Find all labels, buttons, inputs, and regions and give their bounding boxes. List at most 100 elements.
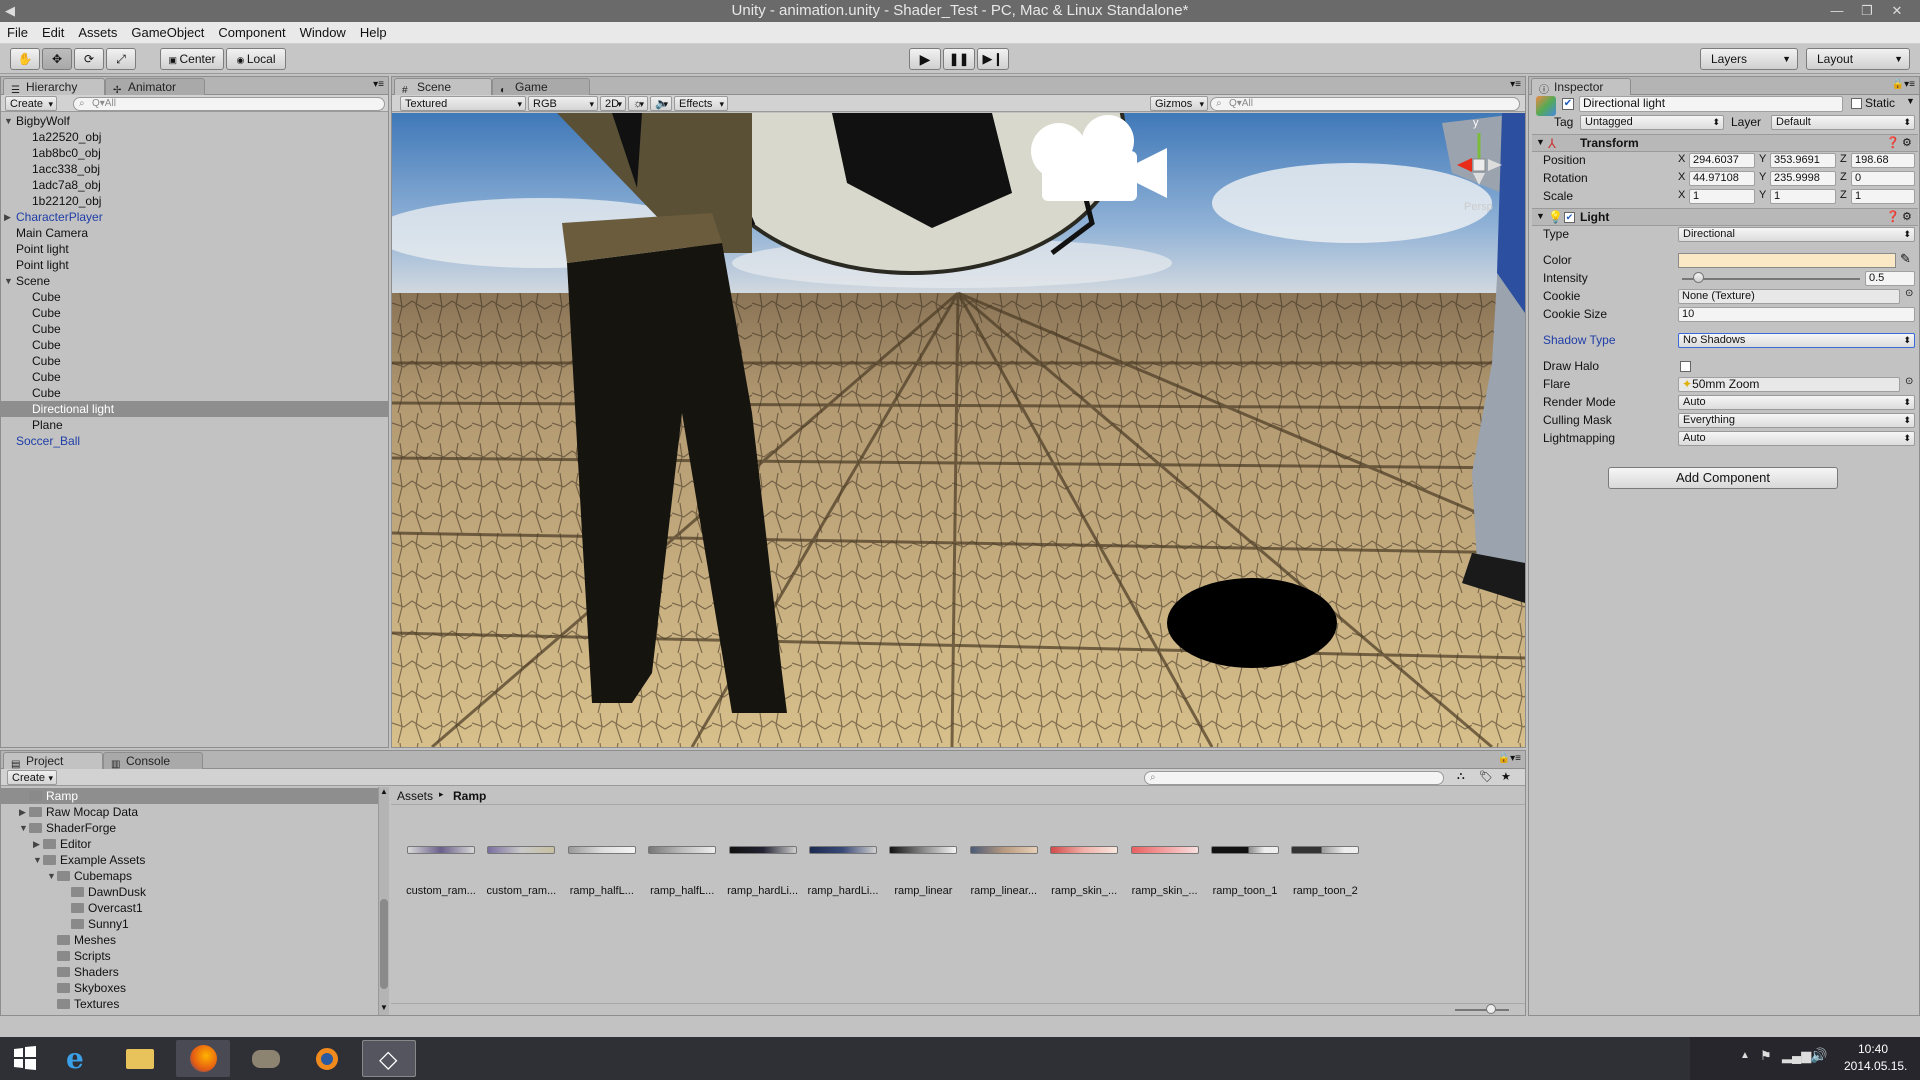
hierarchy-item[interactable]: 1acc338_obj (1, 161, 388, 177)
close-icon[interactable]: ✕ (1882, 0, 1912, 22)
step-button[interactable]: ▶❙ (977, 48, 1009, 70)
internet-explorer-icon[interactable]: e (52, 1040, 106, 1077)
lightmapping-dropdown[interactable]: Auto (1678, 431, 1915, 446)
scene-audio-icon[interactable]: 🔈 (650, 96, 672, 111)
gizmos-dropdown[interactable]: Gizmos (1150, 96, 1208, 111)
ramp-texture-thumbnail[interactable] (728, 846, 797, 854)
ramp-texture-thumbnail[interactable] (1291, 846, 1360, 854)
asset-label[interactable]: ramp_toon_2 (1285, 885, 1365, 897)
menu-gameobject[interactable]: GameObject (124, 22, 211, 44)
hierarchy-create-dropdown[interactable]: Create (5, 96, 57, 111)
layout-dropdown[interactable]: Layout ▼ (1806, 48, 1910, 70)
hierarchy-item[interactable]: Cube (1, 289, 388, 305)
folder-item[interactable]: ▶ Soccer (1, 1012, 378, 1015)
rotation-z-field[interactable]: 0 (1851, 171, 1915, 186)
flare-field[interactable]: ✦50mm Zoom (1678, 377, 1900, 392)
expand-arrow-icon[interactable]: ▼ (33, 852, 42, 868)
unity-taskbar-icon[interactable]: ◇ (362, 1040, 416, 1077)
project-search-input[interactable] (1144, 771, 1444, 785)
draw-halo-checkbox[interactable] (1680, 361, 1691, 372)
hand-tool-icon[interactable]: ✋ (10, 48, 40, 70)
folder-item[interactable]: Textures (1, 996, 378, 1012)
folder-item[interactable]: Skyboxes (1, 980, 378, 996)
play-button[interactable]: ▶ (909, 48, 941, 70)
layer-dropdown[interactable]: Default (1771, 115, 1915, 130)
folder-item[interactable]: ▼ Cubemaps (1, 868, 378, 884)
folder-item[interactable]: Sunny1 (1, 916, 378, 932)
scale-y-field[interactable]: 1 (1770, 189, 1836, 204)
tab-hierarchy[interactable]: ☰ Hierarchy (3, 78, 105, 96)
asset-label[interactable]: ramp_halfL... (642, 885, 722, 897)
expand-arrow-icon[interactable]: ▼ (1536, 211, 1545, 221)
tab-game[interactable]: ◐ Game (492, 78, 590, 96)
volume-icon[interactable]: 🔊 (1810, 1047, 1827, 1064)
ramp-texture-thumbnail[interactable] (487, 846, 556, 854)
network-icon[interactable]: ▂▄▆ (1782, 1048, 1811, 1064)
folder-item[interactable]: ▶ Editor (1, 836, 378, 852)
hierarchy-item[interactable]: Point light (1, 241, 388, 257)
folder-item[interactable]: ▶ Raw Mocap Data (1, 804, 378, 820)
culling-mask-dropdown[interactable]: Everything (1678, 413, 1915, 428)
static-checkbox[interactable] (1851, 98, 1862, 109)
collapse-arrow-icon[interactable]: ▶ (4, 209, 11, 225)
cookie-size-field[interactable]: 10 (1678, 307, 1915, 322)
hierarchy-item[interactable]: Cube (1, 353, 388, 369)
folder-item[interactable]: Overcast1 (1, 900, 378, 916)
maximize-icon[interactable]: ❐ (1852, 0, 1882, 22)
asset-label[interactable]: ramp_skin_... (1044, 885, 1124, 897)
tab-project[interactable]: ▤ Project (3, 752, 103, 770)
asset-label[interactable]: ramp_skin_... (1125, 885, 1205, 897)
asset-label[interactable]: custom_ram... (401, 885, 481, 897)
file-explorer-icon[interactable] (112, 1040, 166, 1077)
expand-arrow-icon[interactable]: ▼ (4, 273, 13, 289)
scale-tool-icon[interactable]: ⤢ (106, 48, 136, 70)
pause-button[interactable]: ❚❚ (943, 48, 975, 70)
ramp-texture-thumbnail[interactable] (889, 846, 958, 854)
help-icon[interactable]: ❓ (1886, 136, 1900, 149)
clock-date[interactable]: 2014.05.15. (1844, 1059, 1907, 1073)
position-y-field[interactable]: 353.9691 (1770, 153, 1836, 168)
asset-label[interactable]: ramp_linear (883, 885, 963, 897)
tab-console[interactable]: ▥ Console (103, 752, 203, 770)
windows-start-icon[interactable] (0, 1040, 50, 1077)
hierarchy-item[interactable]: Plane (1, 417, 388, 433)
hierarchy-item[interactable]: ▶ CharacterPlayer (1, 209, 388, 225)
asset-label[interactable]: ramp_toon_1 (1205, 885, 1285, 897)
ramp-texture-thumbnail[interactable] (1050, 846, 1119, 854)
asset-label[interactable]: ramp_hardLi... (803, 885, 883, 897)
breadcrumb-ramp[interactable]: Ramp (453, 789, 486, 803)
hierarchy-item[interactable]: Cube (1, 369, 388, 385)
help-icon[interactable]: ❓ (1886, 210, 1900, 223)
blender-icon[interactable] (300, 1040, 354, 1077)
hierarchy-item[interactable]: 1b22120_obj (1, 193, 388, 209)
hierarchy-item[interactable]: Cube (1, 305, 388, 321)
tab-inspector[interactable]: ⓘ Inspector (1531, 78, 1631, 96)
collapse-arrow-icon[interactable]: ▶ (33, 836, 40, 852)
expand-arrow-icon[interactable]: ▼ (47, 868, 56, 884)
ramp-texture-thumbnail[interactable] (1211, 846, 1279, 854)
ramp-texture-thumbnail[interactable] (407, 846, 475, 854)
hierarchy-item[interactable]: Cube (1, 337, 388, 353)
asset-label[interactable]: custom_ram... (481, 885, 561, 897)
hierarchy-item[interactable]: 1adc7a8_obj (1, 177, 388, 193)
gear-icon[interactable]: ⚙ (1902, 136, 1912, 149)
position-z-field[interactable]: 198.68 (1851, 153, 1915, 168)
menu-component[interactable]: Component (211, 22, 292, 44)
scroll-up-icon[interactable]: ▲ (380, 787, 388, 796)
expand-arrow-icon[interactable]: ▼ (19, 820, 28, 836)
firefox-icon[interactable] (176, 1040, 230, 1077)
scene-search-input[interactable]: Q▾All (1210, 97, 1520, 111)
hierarchy-search-input[interactable]: Q▾All (73, 97, 385, 111)
asset-label[interactable]: ramp_linear... (964, 885, 1044, 897)
intensity-slider-track[interactable] (1682, 278, 1860, 280)
rotation-x-field[interactable]: 44.97108 (1689, 171, 1755, 186)
minimize-icon[interactable]: — (1822, 0, 1852, 22)
menu-file[interactable]: File (0, 22, 35, 44)
icon-size-slider-track[interactable] (1455, 1009, 1509, 1011)
favorite-star-icon[interactable]: ★ (1501, 770, 1511, 783)
pivot-local-button[interactable]: ◉ Local (226, 48, 286, 70)
gear-icon[interactable]: ⚙ (1902, 210, 1912, 223)
cookie-field[interactable]: None (Texture) (1678, 289, 1900, 304)
chevron-down-icon[interactable]: ▼ (1906, 96, 1915, 106)
folder-item[interactable]: ▼ Example Assets (1, 852, 378, 868)
